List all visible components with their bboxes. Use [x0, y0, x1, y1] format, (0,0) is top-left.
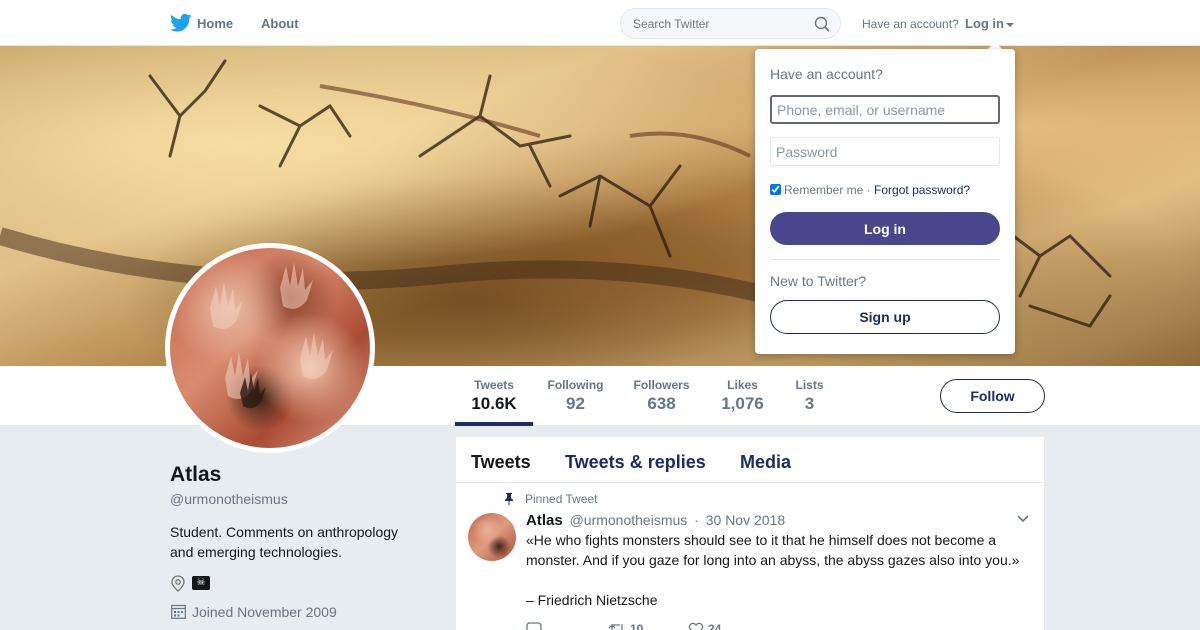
reply-icon [526, 622, 542, 630]
remember-separator: · [866, 183, 871, 197]
profile-handle[interactable]: @urmonotheismus [170, 491, 288, 507]
tweet-attribution: – Friedrich Nietzsche [526, 592, 658, 608]
stat-lists[interactable]: Lists 3 [794, 378, 825, 414]
retweet-count: 10 [630, 621, 644, 630]
stat-tweets[interactable]: Tweets 10.6K [470, 378, 518, 414]
login-toggle-label: Log in [965, 16, 1004, 31]
heart-icon [688, 622, 704, 630]
stat-label: Lists [795, 378, 824, 392]
dropdown-title: Have an account? [770, 66, 883, 82]
tab-tweets-replies[interactable]: Tweets & replies [565, 452, 706, 473]
login-dropdown: Have an account? Remember me · Forgot pa… [755, 49, 1015, 354]
stat-value: 638 [647, 394, 676, 413]
stat-value: 3 [804, 394, 815, 413]
search-box[interactable] [620, 8, 841, 39]
tweet-separator: · [694, 512, 699, 528]
tweet-header: Atlas @urmonotheismus · 30 Nov 2018 [526, 512, 785, 529]
signup-button[interactable]: Sign up [770, 300, 1000, 334]
location-pin-icon [171, 575, 185, 592]
pirate-flag-icon: ☠ [192, 576, 210, 590]
profile-bio: Student. Comments on anthropology and em… [170, 524, 399, 560]
follow-button[interactable]: Follow [940, 379, 1045, 413]
search-input[interactable] [633, 17, 803, 31]
stat-likes[interactable]: Likes 1,076 [719, 378, 766, 414]
pin-icon [505, 493, 513, 505]
tweet-actions: 10 24 [526, 621, 826, 630]
remember-me-label[interactable]: Remember me [784, 183, 863, 197]
chevron-down-icon[interactable] [1017, 515, 1029, 523]
dropdown-divider [770, 259, 1000, 260]
stat-followers[interactable]: Followers 638 [632, 378, 691, 414]
tab-media[interactable]: Media [740, 452, 791, 473]
stat-label: Following [547, 378, 604, 392]
timeline: Tweets Tweets & replies Media Pinned Twe… [456, 437, 1044, 630]
have-account-text: Have an account? [862, 17, 959, 31]
new-to-twitter-text: New to Twitter? [770, 273, 867, 289]
stat-label: Followers [633, 378, 690, 392]
nav-home-link[interactable]: Home [197, 16, 233, 31]
tweet-author-handle[interactable]: @urmonotheismus [570, 512, 688, 528]
caret-down-icon [1006, 22, 1014, 27]
nav-about-link[interactable]: About [261, 16, 299, 31]
password-field[interactable] [770, 137, 1000, 166]
pinned-tweet-label: Pinned Tweet [525, 492, 598, 506]
username-field[interactable] [770, 95, 1000, 124]
joined-date: Joined November 2009 [192, 604, 337, 620]
remember-row: Remember me · Forgot password? [770, 183, 970, 197]
retweet-icon [608, 623, 626, 630]
like-count: 24 [708, 621, 722, 630]
stat-value: 10.6K [471, 394, 517, 413]
twitter-bird-icon[interactable] [170, 13, 192, 33]
stat-label: Likes [727, 378, 758, 392]
tweet-author-name[interactable]: Atlas [526, 512, 563, 529]
profile-name: Atlas [170, 463, 222, 486]
hands-art-decoration [210, 262, 333, 409]
stat-value: 1,076 [721, 394, 764, 413]
tweet-date[interactable]: 30 Nov 2018 [706, 512, 785, 528]
top-nav: Home About Have an account? Log in [0, 0, 1200, 46]
active-tab-underline [455, 422, 533, 426]
retweet-button[interactable]: 10 [608, 621, 643, 630]
search-icon[interactable] [814, 16, 830, 32]
remember-me-checkbox[interactable] [770, 184, 781, 195]
tweet-text: «He who fights monsters should see to it… [526, 532, 1020, 568]
stat-following[interactable]: Following 92 [547, 378, 604, 414]
login-dropdown-toggle[interactable]: Log in [965, 16, 1014, 31]
tweet-avatar[interactable] [468, 513, 516, 561]
forgot-password-link[interactable]: Forgot password? [874, 183, 970, 197]
timeline-tabs: Tweets Tweets & replies Media [456, 437, 1044, 483]
stat-value: 92 [566, 394, 585, 413]
tab-tweets[interactable]: Tweets [471, 452, 531, 473]
stat-label: Tweets [474, 378, 514, 392]
calendar-icon [171, 604, 186, 619]
reply-button[interactable] [526, 621, 542, 630]
profile-avatar[interactable] [165, 243, 375, 453]
like-button[interactable]: 24 [688, 621, 721, 630]
login-button[interactable]: Log in [770, 212, 1000, 245]
